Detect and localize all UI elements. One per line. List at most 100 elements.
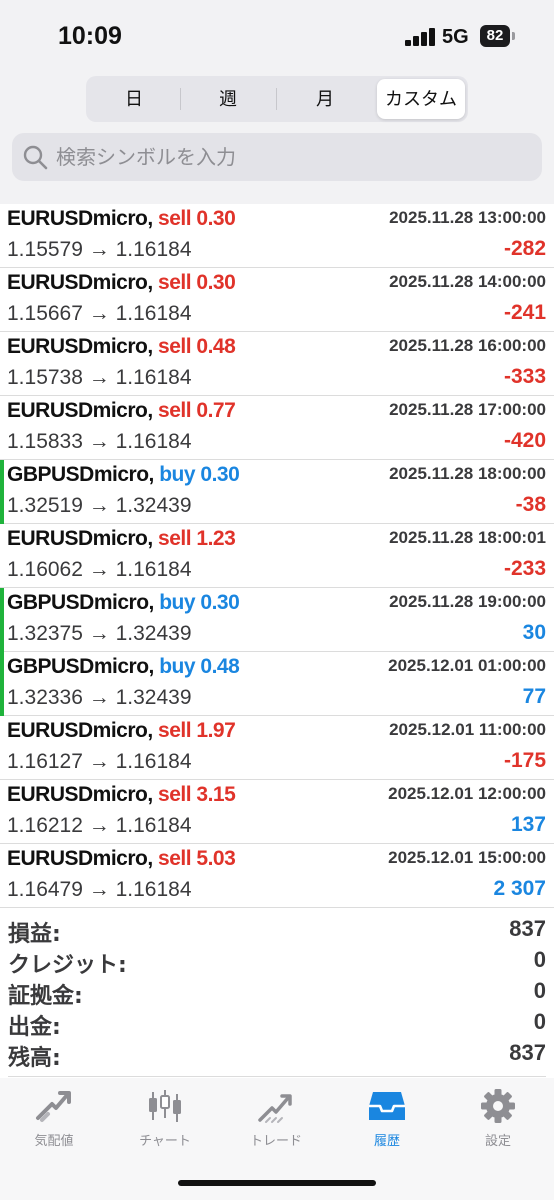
open-price: 1.32375 (7, 622, 83, 645)
trade-row[interactable]: EURUSDmicro, sell 0.48 2025.11.28 16:00:0… (0, 332, 554, 396)
summary-row: 損益: 837 (0, 914, 554, 947)
tab-label: 気配値 (34, 1134, 74, 1149)
trade-symbol: EURUSDmicro, sell 0.48 (7, 335, 236, 359)
trade-row[interactable]: EURUSDmicro, sell 0.30 2025.11.28 14:00:0… (0, 268, 554, 332)
arrow-icon: → (88, 558, 110, 581)
trade-profit: 30 (522, 621, 546, 644)
trade-icon (258, 1094, 292, 1123)
summary-label: 証拠金: (8, 984, 83, 1009)
segment-week[interactable]: 週 (182, 79, 274, 119)
summary-label: 出金: (8, 1015, 61, 1040)
open-price: 1.15833 (7, 430, 83, 453)
trade-history-list: EURUSDmicro, sell 0.30 2025.11.28 13:00:0… (0, 204, 554, 908)
trade-prices: 1.32336 → 1.32439 (7, 686, 192, 710)
trade-volume: 0.77 (196, 399, 236, 422)
trade-prices: 1.15833 → 1.16184 (7, 430, 192, 454)
trade-prices: 1.15579 → 1.16184 (7, 238, 192, 262)
trade-profit: -333 (503, 365, 546, 388)
tab-chart[interactable]: チャート (115, 1088, 215, 1158)
trade-row[interactable]: EURUSDmicro, sell 0.30 2025.11.28 13:00:0… (0, 204, 554, 268)
summary-value: 837 (509, 1040, 546, 1065)
tab-history[interactable]: 履歴 (337, 1088, 437, 1158)
trade-side: buy (159, 655, 196, 678)
trade-symbol: EURUSDmicro, sell 0.30 (7, 207, 236, 231)
trade-volume: 0.30 (200, 463, 240, 486)
trade-row[interactable]: GBPUSDmicro, buy 0.48 2025.12.01 01:00:00… (0, 652, 554, 716)
trade-time: 2025.12.01 12:00:00 (388, 784, 546, 803)
tab-trade[interactable]: トレード (226, 1088, 326, 1158)
trade-prices: 1.16127 → 1.16184 (7, 750, 192, 774)
trade-time: 2025.11.28 18:00:00 (389, 464, 546, 483)
trade-profit: -233 (503, 557, 546, 580)
trade-volume: 3.15 (196, 783, 236, 806)
close-price: 1.32439 (115, 622, 192, 645)
trade-profit: -241 (503, 301, 546, 324)
trade-side: sell (158, 719, 192, 742)
symbol-search-bar[interactable] (12, 133, 542, 181)
open-price: 1.16127 (7, 750, 83, 773)
tab-settings[interactable]: 設定 (448, 1088, 548, 1158)
close-price: 1.16184 (115, 814, 192, 837)
trade-symbol: GBPUSDmicro, buy 0.30 (7, 463, 240, 487)
open-price: 1.32519 (7, 494, 83, 517)
summary-label: クレジット: (8, 953, 127, 978)
trade-profit: -175 (503, 749, 546, 772)
trade-time: 2025.11.28 19:00:00 (389, 592, 546, 611)
open-price: 1.32336 (7, 686, 83, 709)
arrow-icon: → (88, 750, 110, 773)
search-input[interactable] (56, 139, 526, 175)
symbol-name: EURUSDmicro, (7, 399, 153, 422)
segment-custom[interactable]: カスタム (377, 79, 465, 119)
trade-row[interactable]: EURUSDmicro, sell 3.15 2025.12.01 12:00:0… (0, 780, 554, 844)
symbol-name: EURUSDmicro, (7, 335, 153, 358)
segment-month[interactable]: 月 (278, 79, 372, 119)
trade-profit: 2 307 (493, 877, 546, 900)
battery-icon: 82 (480, 25, 510, 47)
tab-quotes[interactable]: 気配値 (4, 1088, 104, 1158)
trade-row[interactable]: GBPUSDmicro, buy 0.30 2025.11.28 19:00:00… (0, 588, 554, 652)
cellular-signal-icon (405, 28, 437, 46)
trade-prices: 1.32375 → 1.32439 (7, 622, 192, 646)
trade-symbol: EURUSDmicro, sell 1.23 (7, 527, 236, 551)
trade-row[interactable]: EURUSDmicro, sell 1.97 2025.12.01 11:00:0… (0, 716, 554, 780)
trade-symbol: EURUSDmicro, sell 3.15 (7, 783, 236, 807)
trade-time: 2025.12.01 01:00:00 (388, 656, 546, 675)
trade-time: 2025.12.01 15:00:00 (388, 848, 546, 867)
symbol-name: GBPUSDmicro, (7, 655, 154, 678)
open-price: 1.15738 (7, 366, 83, 389)
trade-row[interactable]: EURUSDmicro, sell 1.23 2025.11.28 18:00:0… (0, 524, 554, 588)
close-price: 1.16184 (115, 238, 192, 261)
symbol-name: EURUSDmicro, (7, 719, 153, 742)
divider (8, 1076, 546, 1077)
close-price: 1.16184 (115, 558, 192, 581)
summary-row: クレジット: 0 (0, 945, 554, 978)
trade-symbol: EURUSDmicro, sell 5.03 (7, 847, 236, 871)
trade-volume: 1.97 (196, 719, 236, 742)
candlestick-chart-icon (149, 1090, 181, 1122)
trade-volume: 0.30 (196, 271, 236, 294)
trade-prices: 1.32519 → 1.32439 (7, 494, 192, 518)
trade-profit: 137 (510, 813, 546, 836)
trade-row[interactable]: GBPUSDmicro, buy 0.30 2025.11.28 18:00:00… (0, 460, 554, 524)
open-price: 1.15579 (7, 238, 83, 261)
open-price: 1.16212 (7, 814, 83, 837)
trade-row[interactable]: EURUSDmicro, sell 0.77 2025.11.28 17:00:0… (0, 396, 554, 460)
segment-day[interactable]: 日 (90, 79, 178, 119)
gear-icon (481, 1089, 515, 1123)
trade-time: 2025.11.28 13:00:00 (389, 208, 546, 227)
arrow-icon: → (88, 430, 110, 453)
trade-row[interactable]: EURUSDmicro, sell 5.03 2025.12.01 15:00:0… (0, 844, 554, 908)
trade-volume: 1.23 (196, 527, 236, 550)
trade-side: sell (158, 271, 192, 294)
open-price: 1.15667 (7, 302, 83, 325)
account-summary: 損益: 837 クレジット: 0 証拠金: 0 出金: 0 残高: 837 (0, 914, 554, 1071)
status-bar: 10:09 5G 82 (0, 0, 554, 76)
tab-label: チャート (139, 1134, 191, 1149)
trade-symbol: EURUSDmicro, sell 1.97 (7, 719, 236, 743)
arrow-icon: → (88, 814, 110, 837)
trade-volume: 0.30 (196, 207, 236, 230)
symbol-name: EURUSDmicro, (7, 783, 153, 806)
trade-side: sell (158, 335, 192, 358)
status-time: 10:09 (58, 22, 122, 50)
trade-profit: -38 (515, 493, 546, 516)
